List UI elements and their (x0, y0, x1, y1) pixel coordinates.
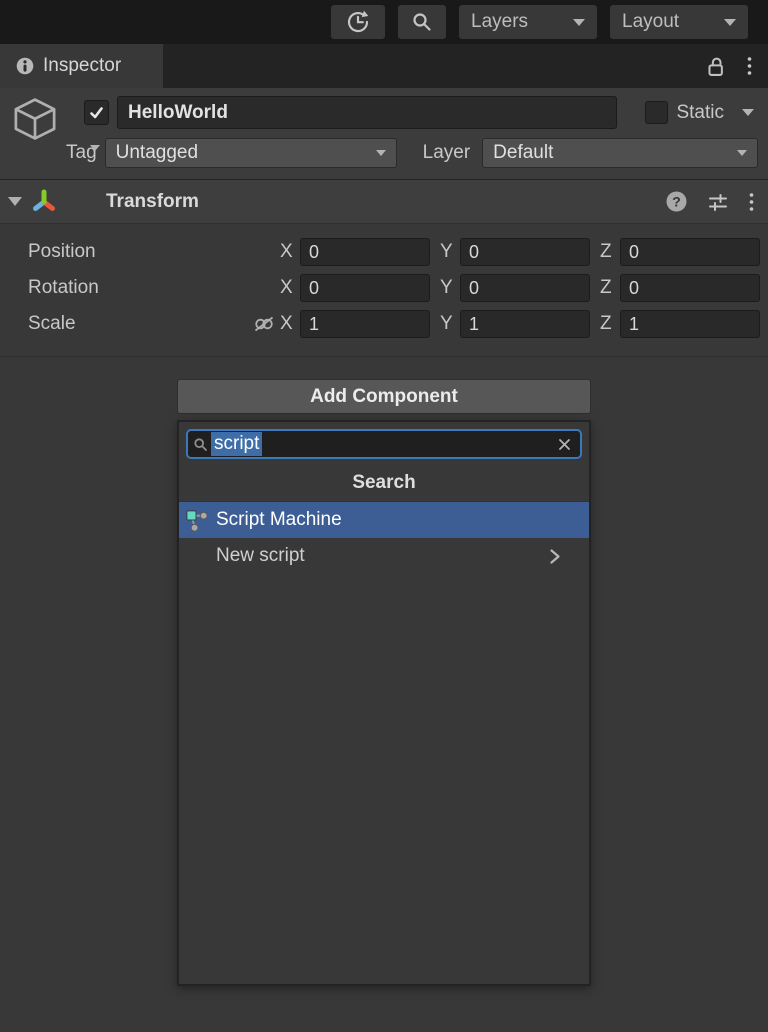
lock-open-icon[interactable] (707, 56, 725, 77)
dropdown-arrow-icon (376, 150, 386, 156)
position-x-field[interactable]: 0 (300, 238, 430, 266)
axis-y-label[interactable]: Y (440, 241, 460, 263)
scale-label: Scale (28, 313, 252, 335)
add-component-popup: script Search (177, 420, 591, 986)
checkmark-icon (88, 105, 105, 121)
component-search-input[interactable]: script (186, 429, 582, 459)
gameobject-icon-dropdown-arrow[interactable] (90, 145, 100, 151)
search-results-header-label: Search (352, 472, 415, 494)
position-z-field[interactable]: 0 (620, 238, 760, 266)
component-item-new-script[interactable]: New script (179, 538, 589, 574)
search-icon (410, 10, 434, 34)
axis-y-label[interactable]: Y (440, 313, 460, 335)
layer-dropdown[interactable]: Default (482, 138, 758, 168)
magnifier-icon (193, 437, 208, 452)
axis-x-label[interactable]: X (280, 241, 300, 263)
dropdown-arrow-icon (737, 150, 747, 156)
gameobject-name-field[interactable]: HelloWorld (117, 96, 617, 129)
dropdown-arrow-icon (724, 19, 736, 26)
script-machine-icon (184, 508, 209, 533)
kebab-menu-icon[interactable] (747, 56, 752, 76)
transform-body: Position X 0 Y 0 Z 0 Rotation X 0 Y 0 Z … (0, 224, 768, 357)
active-checkbox[interactable] (84, 100, 109, 125)
info-icon (16, 57, 34, 75)
add-component-button-label: Add Component (310, 386, 458, 408)
axis-z-label[interactable]: Z (600, 277, 620, 299)
tab-inspector[interactable]: Inspector (0, 44, 163, 88)
presets-icon[interactable] (707, 192, 729, 212)
static-label: Static (676, 102, 724, 124)
static-dropdown-arrow[interactable] (742, 109, 754, 116)
layer-label: Layer (423, 142, 471, 164)
layout-dropdown[interactable]: Layout (610, 5, 748, 39)
scale-row: Scale X 1 Y 1 Z 1 (28, 306, 760, 342)
position-row: Position X 0 Y 0 Z 0 (28, 234, 760, 270)
gameobject-name: HelloWorld (128, 102, 228, 124)
gameobject-icon-anchor (8, 95, 62, 147)
axis-z-label[interactable]: Z (600, 241, 620, 263)
layout-dropdown-label: Layout (622, 11, 724, 33)
global-search-button[interactable] (398, 5, 446, 39)
main-toolbar: Layers Layout (0, 0, 768, 44)
clear-icon[interactable] (557, 437, 572, 452)
rotation-z-field[interactable]: 0 (620, 274, 760, 302)
rotation-row: Rotation X 0 Y 0 Z 0 (28, 270, 760, 306)
tab-inspector-label: Inspector (43, 55, 121, 77)
add-component-area: Add Component script (177, 379, 591, 986)
position-label: Position (28, 241, 252, 263)
layers-dropdown-label: Layers (471, 11, 573, 33)
transform-title: Transform (106, 191, 199, 213)
search-input-value: script (211, 432, 262, 456)
scale-x-field[interactable]: 1 (300, 310, 430, 338)
layers-dropdown[interactable]: Layers (459, 5, 597, 39)
chevron-right-icon (549, 548, 561, 565)
inspector-tabbar: Inspector (0, 44, 768, 88)
kebab-menu-icon[interactable] (749, 192, 754, 212)
axis-x-label[interactable]: X (280, 313, 300, 335)
dropdown-arrow-icon (573, 19, 585, 26)
svg-text:?: ? (672, 194, 681, 210)
link-broken-icon[interactable] (252, 315, 276, 333)
layer-value: Default (493, 142, 737, 164)
transform-header[interactable]: Transform ? (0, 180, 768, 224)
rotation-label: Rotation (28, 277, 252, 299)
position-y-field[interactable]: 0 (460, 238, 590, 266)
search-results-header: Search (179, 465, 589, 502)
foldout-arrow-icon[interactable] (8, 197, 22, 206)
add-component-button[interactable]: Add Component (177, 379, 591, 414)
cube-icon[interactable] (8, 95, 62, 147)
transform-axis-icon (30, 188, 58, 216)
scale-y-field[interactable]: 1 (460, 310, 590, 338)
rotation-y-field[interactable]: 0 (460, 274, 590, 302)
tag-dropdown[interactable]: Untagged (105, 138, 397, 168)
scale-z-field[interactable]: 1 (620, 310, 760, 338)
rotation-x-field[interactable]: 0 (300, 274, 430, 302)
help-icon[interactable]: ? (666, 191, 687, 212)
history-icon (345, 9, 371, 35)
axis-y-label[interactable]: Y (440, 277, 460, 299)
component-item-script-machine[interactable]: Script Machine (179, 502, 589, 538)
axis-x-label[interactable]: X (280, 277, 300, 299)
component-item-label: Script Machine (216, 509, 342, 531)
component-item-label: New script (216, 545, 305, 567)
static-checkbox[interactable] (645, 101, 668, 124)
gameobject-header: HelloWorld Static Tag Untagged Layer Def… (0, 88, 768, 180)
history-button[interactable] (331, 5, 385, 39)
axis-z-label[interactable]: Z (600, 313, 620, 335)
tag-value: Untagged (116, 142, 376, 164)
